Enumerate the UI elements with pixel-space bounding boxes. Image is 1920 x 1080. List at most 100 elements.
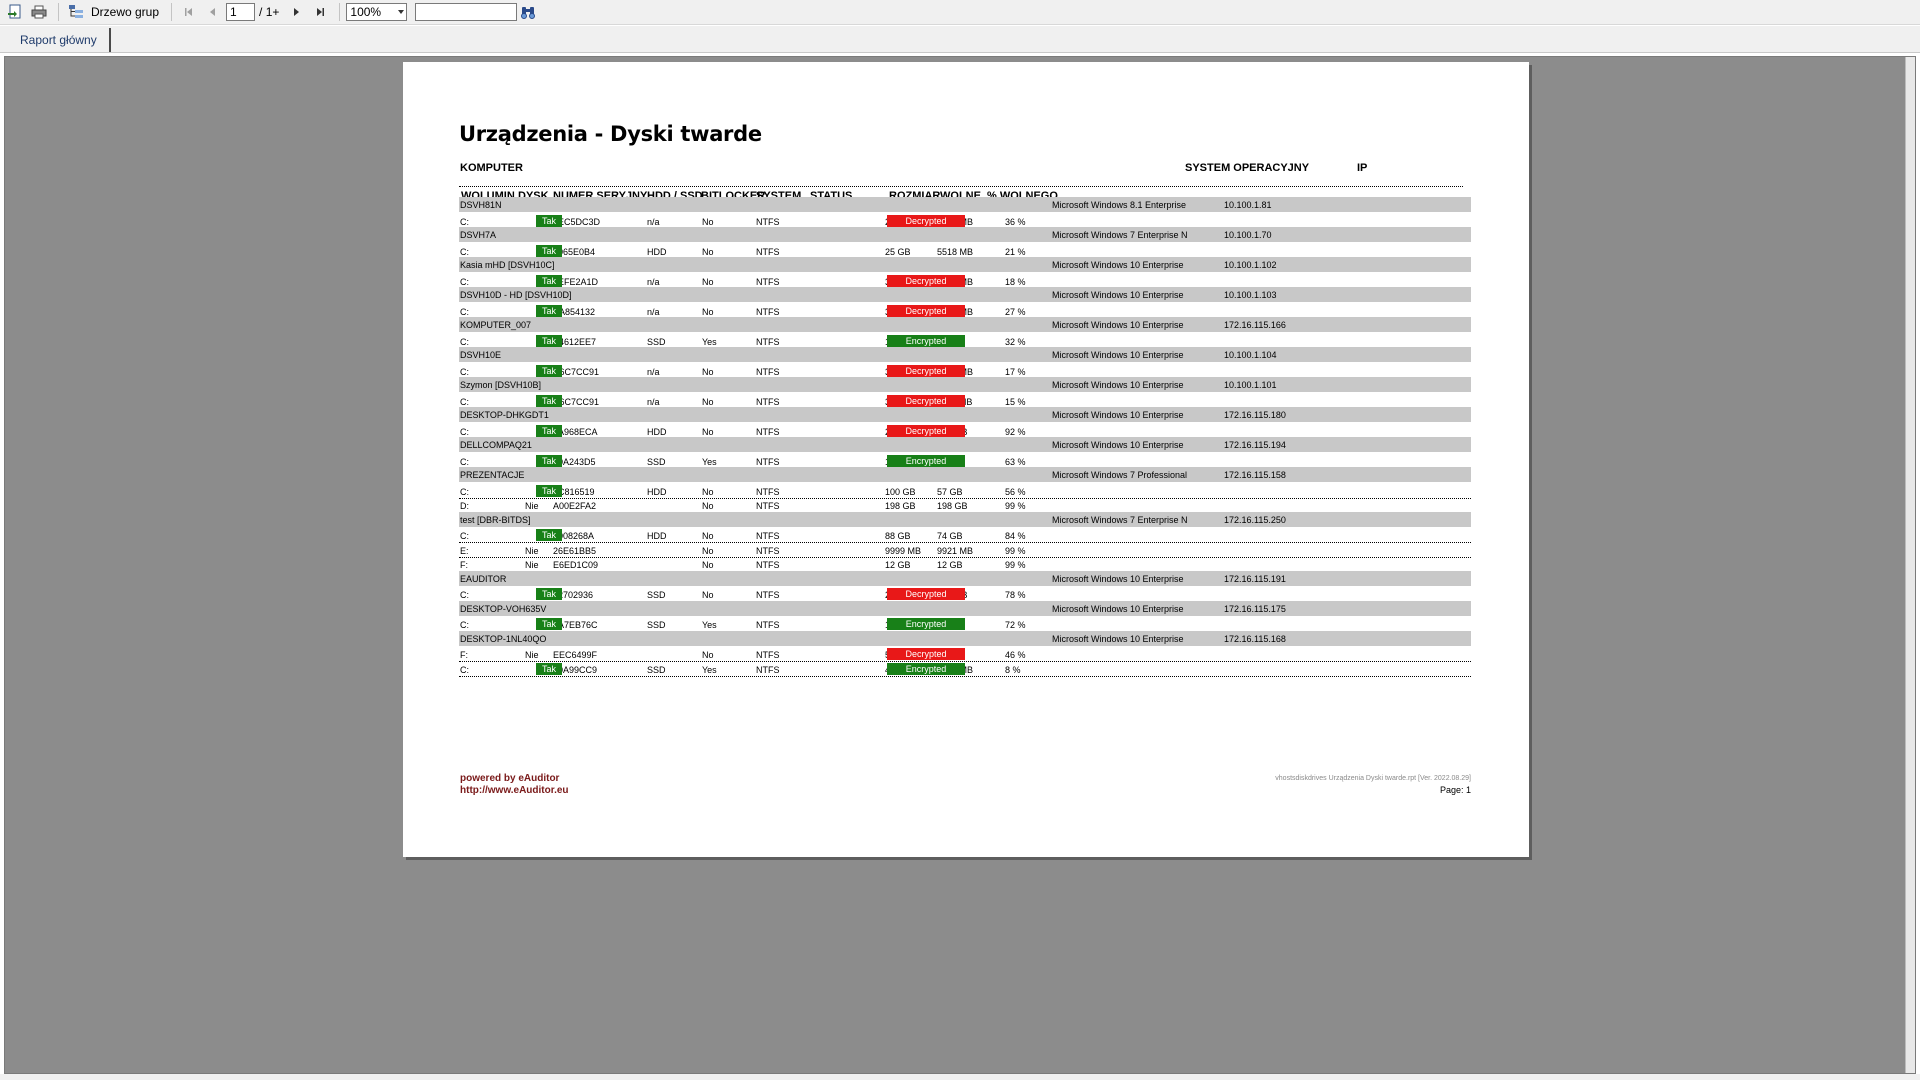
disk-filesystem: NTFS [756,396,780,407]
header-divider [459,186,1463,187]
report-viewer: Urządzenia - Dyski twarde KOMPUTER SYSTE… [4,56,1916,1074]
computer-ip: 10.100.1.103 [1224,290,1277,300]
computer-row: DESKTOP-VOH635V Microsoft Windows 10 Ente… [459,600,1471,616]
disk-filesystem: NTFS [756,486,780,497]
footer-url[interactable]: http://www.eAuditor.eu [460,785,569,797]
system-disk-badge: Tak [536,662,562,675]
computer-name: Szymon [DSVH10B] [460,380,542,390]
computer-os: Microsoft Windows 10 Enterprise [1052,633,1184,644]
disk-filesystem: NTFS [756,306,780,317]
disk-bitlocker: No [702,650,714,660]
next-page-icon[interactable] [285,1,307,23]
group-tree-icon[interactable] [65,1,87,23]
disk-filesystem: NTFS [756,650,780,660]
disk-bitlocker: No [702,486,714,497]
computer-os: Microsoft Windows 7 Professional [1052,470,1188,480]
disk-free-percent: 36 % [1005,216,1026,227]
computer-row: Kasia mHD [DSVH10C] Microsoft Windows 10 … [459,257,1471,272]
disk-free: 12 GB [937,560,963,570]
computer-ip: 172.16.115.166 [1224,320,1286,330]
disk-free-percent: 99 % [1005,545,1026,556]
status-badge: Decrypted [887,274,965,287]
computer-ip: 172.16.115.250 [1224,514,1286,525]
computer-os: Microsoft Windows 10 Enterprise [1052,350,1184,360]
disk-volume: C: [460,396,469,407]
disk-bitlocker: No [702,426,714,437]
disk-filesystem: NTFS [756,426,780,437]
report-page: Urządzenia - Dyski twarde KOMPUTER SYSTE… [403,62,1529,857]
footer-credits: powered by eAuditor http://www.eAuditor.… [460,773,569,797]
computer-os: Microsoft Windows 10 Enterprise [1052,380,1184,390]
disk-bitlocker: Yes [702,620,717,630]
prev-page-icon[interactable] [202,1,224,23]
computer-name: KOMPUTER_007 [460,320,532,330]
last-page-icon[interactable] [309,1,331,23]
disk-free: 57 GB [937,486,963,497]
disk-filesystem: NTFS [756,501,780,511]
system-disk-badge: Tak [536,529,562,541]
computer-name: EAUDITOR [460,573,507,584]
first-page-icon[interactable] [178,1,200,23]
computer-name: Kasia mHD [DSVH10C] [460,260,555,270]
disk-filesystem: NTFS [756,545,780,556]
print-icon[interactable] [28,1,50,23]
computer-row: KOMPUTER_007 Microsoft Windows 10 Enterpr… [459,317,1471,332]
status-badge: Encrypted [887,618,965,630]
computer-ip: 10.100.1.101 [1224,380,1277,390]
computer-name: DSVH10E [460,350,502,360]
disk-free: 74 GB [937,531,963,541]
disk-volume: C: [460,336,469,347]
computer-os: Microsoft Windows 10 Enterprise [1052,260,1184,270]
disk-free-percent: 15 % [1005,396,1026,407]
computer-row: test [DBR-BITDS] Microsoft Windows 7 Ente… [459,511,1471,527]
disk-bitlocker: No [702,246,714,257]
page-number-input[interactable] [226,3,256,21]
group-tree-button[interactable]: Drzewo grup [91,5,159,19]
disk-volume: C: [460,456,469,467]
status-badge: Encrypted [887,334,965,347]
disk-volume: C: [460,276,469,287]
computer-os: Microsoft Windows 10 Enterprise [1052,603,1184,614]
computer-os: Microsoft Windows 10 Enterprise [1052,440,1184,450]
computer-name: DESKTOP-VOH635V [460,603,547,614]
system-disk-badge: Tak [536,484,562,497]
disk-free-percent: 21 % [1005,246,1026,257]
export-icon[interactable] [4,1,26,23]
disk-free-percent: 56 % [1005,486,1026,497]
tab-main-report[interactable]: Raport główny [4,28,111,52]
computer-name: DESKTOP-1NL40QO [460,633,547,644]
disk-bitlocker: No [702,276,714,287]
disk-type: SSD [647,336,666,347]
disk-bitlocker: Yes [702,664,717,675]
disk-bitlocker: No [702,396,714,407]
computer-os: Microsoft Windows 10 Enterprise [1052,320,1184,330]
disk-filesystem: NTFS [756,276,780,287]
disk-bitlocker: No [702,366,714,377]
search-input[interactable] [415,3,518,21]
computer-ip: 172.16.115.168 [1224,633,1286,644]
computer-os: Microsoft Windows 10 Enterprise [1052,290,1184,300]
computer-ip: 172.16.115.180 [1224,410,1286,420]
status-badge: Decrypted [887,364,965,377]
computer-ip: 172.16.115.175 [1224,603,1286,614]
disk-size: 9999 MB [885,545,922,556]
disk-filesystem: NTFS [756,246,780,257]
computer-os: Microsoft Windows 7 Enterprise N [1052,514,1188,525]
zoom-select[interactable]: 100% [346,3,408,21]
disk-type: n/a [647,216,660,227]
computer-row: DELLCOMPAQ21 Microsoft Windows 10 Enterpr… [459,437,1471,452]
vertical-scrollbar[interactable] [1905,57,1915,1073]
computer-row: EAUDITOR Microsoft Windows 10 Enterprise 1… [459,570,1471,586]
disk-free: 198 GB [937,501,968,511]
computer-row: DESKTOP-1NL40QO Microsoft Windows 10 Ente… [459,630,1471,646]
disk-bitlocker: No [702,501,714,511]
disk-bitlocker: Yes [702,456,717,467]
disk-filesystem: NTFS [756,560,780,570]
system-disk-text: Nie [525,650,539,660]
binoculars-icon[interactable] [517,1,539,23]
header-komputer: KOMPUTER [460,162,523,174]
computer-name: PREZENTACJE [460,470,525,480]
status-badge: Decrypted [887,304,965,317]
report-title: Urządzenia - Dyski twarde [459,122,762,146]
computer-name: DELLCOMPAQ21 [460,440,532,450]
